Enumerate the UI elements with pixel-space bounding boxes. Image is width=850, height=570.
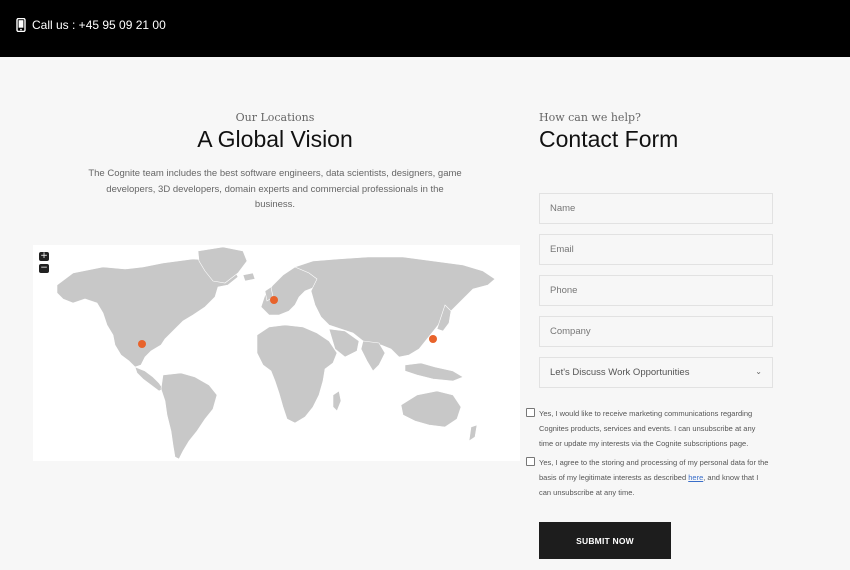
zoom-in-button[interactable]: + xyxy=(39,252,49,261)
top-bar: Call us : +45 95 09 21 00 xyxy=(0,0,850,57)
locations-description: The Cognite team includes the best softw… xyxy=(88,168,462,210)
contact-title: Contact Form xyxy=(539,126,679,152)
topic-select-value: Let's Discuss Work Opportunities xyxy=(550,367,690,378)
zoom-out-button[interactable]: − xyxy=(39,264,49,273)
data-consent-checkbox[interactable] xyxy=(526,457,535,466)
phone-field[interactable] xyxy=(539,275,773,306)
topic-select[interactable]: Let's Discuss Work Opportunities ⌄ xyxy=(539,357,773,388)
marketing-consent-text: Yes, I would like to receive marketing c… xyxy=(539,409,756,448)
name-input[interactable] xyxy=(540,194,772,223)
locations-title: A Global Vision xyxy=(197,126,353,152)
contact-eyebrow: How can we help? xyxy=(539,111,641,124)
chevron-down-icon: ⌄ xyxy=(755,367,762,376)
phone-input[interactable] xyxy=(540,276,772,305)
locations-eyebrow: Our Locations xyxy=(235,111,315,124)
phone-icon xyxy=(16,18,26,32)
location-marker-japan[interactable] xyxy=(429,335,437,343)
submit-button[interactable]: SUBMIT NOW xyxy=(539,522,671,559)
world-map[interactable]: + − xyxy=(33,245,520,461)
email-field[interactable] xyxy=(539,234,773,265)
name-field[interactable] xyxy=(539,193,773,224)
world-map-graphic xyxy=(56,246,496,460)
email-input[interactable] xyxy=(540,235,772,264)
company-input[interactable] xyxy=(540,317,772,346)
location-marker-europe[interactable] xyxy=(270,296,278,304)
here-link[interactable]: here xyxy=(688,473,703,482)
call-us-text[interactable]: Call us : +45 95 09 21 00 xyxy=(32,18,166,32)
data-consent-text: Yes, I agree to the storing and processi… xyxy=(539,455,771,500)
marketing-consent-checkbox[interactable] xyxy=(526,408,535,417)
location-marker-usa[interactable] xyxy=(138,340,146,348)
company-field[interactable] xyxy=(539,316,773,347)
